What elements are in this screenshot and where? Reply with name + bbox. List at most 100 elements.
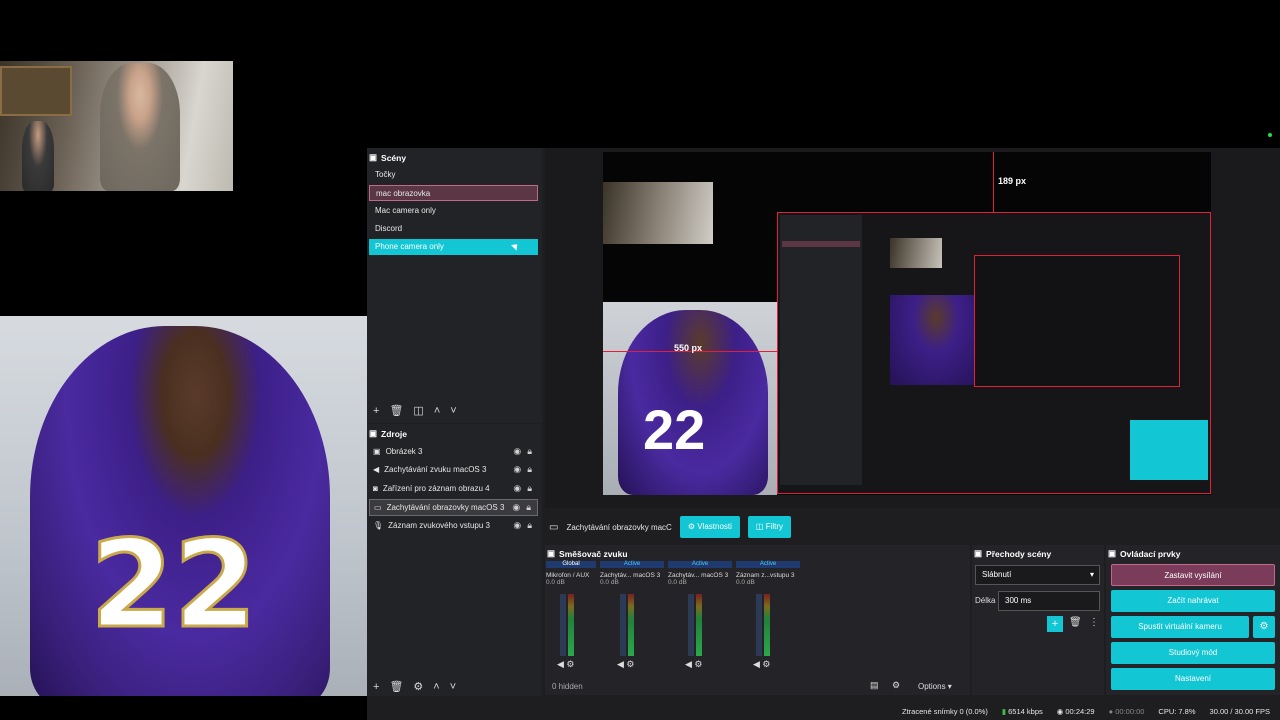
remove-source-icon[interactable]: 🗑 [389,680,403,693]
lock-icon[interactable]: 🔒︎ [527,461,532,478]
microphone-icon: 🎙︎ [373,521,384,530]
transitions-icon: ▣ [974,548,983,558]
monitor-icon: ▭ [549,521,559,533]
transition-select[interactable]: Slábnutí ▾ [975,565,1100,585]
move-up-icon[interactable]: ˄ [434,405,440,417]
remove-scene-icon[interactable]: 🗑 [389,404,403,417]
nested-webcam-2 [890,238,942,268]
hidden-count: 0 hidden [552,682,583,691]
scene-item-mac-camera-only[interactable]: Mac camera only [369,203,538,219]
source-item[interactable]: ◀ Zachytávání zvuku macOS 3 ◉ 🔒︎ [369,461,538,478]
speaker-icon[interactable]: ◀ ⚙ [685,659,703,670]
wall-picture [0,66,72,116]
eye-icon[interactable]: ◉ [512,499,520,516]
mixer-layout-icon[interactable]: ▤ [870,680,879,691]
lock-icon[interactable]: 🔒︎ [526,499,531,516]
volume-meter [628,594,634,656]
move-down-icon[interactable]: ˅ [450,405,456,417]
add-source-icon[interactable]: + [373,681,379,693]
lock-icon[interactable]: 🔒︎ [527,443,532,460]
options-button[interactable]: Options ▾ [918,682,952,691]
source-item-selected[interactable]: ▭ Zachytávání obrazovky macOS 3 ◉ 🔒︎ [369,499,538,516]
eye-icon[interactable]: ◉ [513,443,521,460]
nested-jersey-number: 22 [643,398,706,461]
sources-icon: ▣ [369,428,378,438]
sources-toolbar: + 🗑 ⚙ ˄ ˅ [373,680,456,694]
duration-input[interactable]: 300 ms [998,591,1100,611]
mixer-channel: Záznam z...vstupu 3 0.0 dB [736,572,795,586]
mixer-tab-global[interactable]: Global [546,561,596,568]
eye-icon[interactable]: ◉ [513,480,521,497]
status-dot [1268,133,1272,137]
mixer-title: ▣ Směšovač zvuku [547,548,628,559]
nested-player-image: 22 [603,302,777,495]
volume-meter [688,594,694,656]
start-virtual-camera-button[interactable]: Spustit virtuální kameru [1111,616,1249,638]
volume-meter [560,594,566,656]
add-scene-icon[interactable]: + [373,405,379,417]
settings-button[interactable]: Nastavení [1111,668,1275,690]
selected-source-name: Zachytávání obrazovky macC [566,522,672,532]
measure-line-vertical [993,152,994,212]
jersey-number: 22 [89,515,259,657]
eye-icon[interactable]: ◉ [513,461,521,478]
source-settings-icon[interactable]: ⚙ [413,680,423,693]
speaker-icon[interactable]: ◀ ⚙ [557,659,575,670]
speaker-icon[interactable]: ◀ ⚙ [617,659,635,670]
cpu-usage: CPU: 7.8% [1158,706,1196,716]
nested-capture-2 [974,255,1180,387]
volume-meter [756,594,762,656]
preview-canvas[interactable]: 22 189 px 550 px [603,152,1211,495]
mixer-channel: Mikrofon / AUX 0.0 dB [546,572,590,586]
mixer-channel: Zachytáv... macOS 3 0.0 dB [668,572,729,586]
selected-screen-capture[interactable] [777,212,1211,494]
stop-streaming-button[interactable]: Zastavit vysílání [1111,564,1275,586]
filters-button[interactable]: ◫ Filtry [747,516,792,538]
monitor-icon: ▭ [374,503,382,512]
lock-icon[interactable]: 🔒︎ [527,480,532,497]
move-down-icon[interactable]: ˅ [450,681,456,693]
chevron-down-icon: ▾ [1089,570,1094,579]
image-icon: ▣ [373,447,381,456]
volume-meter [620,594,626,656]
mixer-tab-active[interactable]: Active [600,561,664,568]
nested-controls [1130,420,1208,480]
controls-icon: ▣ [1108,548,1117,558]
nested-player-2 [890,295,974,385]
scenes-icon: ▣ [369,152,378,162]
studio-mode-button[interactable]: Studiový mód [1111,642,1275,664]
mixer-icon: ▣ [547,548,556,558]
scene-filter-icon[interactable]: ◫ [413,404,423,417]
scene-item-discord[interactable]: Discord [369,221,538,237]
properties-button[interactable]: ⚙ Vlastnosti [679,516,740,538]
properties-bar: ▭ Zachytávání obrazovky macC ⚙ Vlastnost… [545,512,1280,542]
source-item[interactable]: ◙ Zařízení pro záznam obrazu 4 ◉ 🔒︎ [369,480,538,497]
controls-title: ▣ Ovládací prvky [1108,548,1181,559]
nested-webcam [603,182,713,244]
mixer-tab-active[interactable]: Active [668,561,732,568]
person-figure [100,63,180,191]
mixer-channel: Zachytáv... macOS 3 0.0 dB [600,572,661,586]
eye-icon[interactable]: ◉ [513,517,521,534]
scene-item-tocky[interactable]: Točky [369,167,538,183]
scene-item-mac-obrazovka[interactable]: mac obrazovka [369,185,538,201]
speaker-icon[interactable]: ◀ ⚙ [753,659,771,670]
speaker-icon: ◀ [373,465,380,474]
scenes-toolbar: + 🗑 ◫ ˄ ˅ [373,404,457,418]
start-recording-button[interactable]: Začít nahrávat [1111,590,1275,612]
football-player-image: 22 [0,316,367,696]
mixer-settings-icon[interactable]: ⚙ [892,680,900,691]
volume-meter [568,594,574,656]
virtual-camera-settings-icon[interactable]: ⚙ [1253,616,1275,638]
mixer-tab-active[interactable]: Active [736,561,800,568]
remove-transition-icon[interactable]: 🗑 [1069,617,1082,628]
source-item[interactable]: 🎙︎ Záznam zvukového vstupu 3 ◉ 🔒︎ [369,517,538,534]
volume-meter [764,594,770,656]
more-options-icon[interactable]: ⋮ [1089,617,1099,628]
move-up-icon[interactable]: ˄ [433,681,439,693]
source-item[interactable]: ▣ Obrázek 3 ◉ 🔒︎ [369,443,538,460]
lock-icon[interactable]: 🔒︎ [527,517,532,534]
rec-time: ● 00:00:00 [1108,706,1145,716]
record-icon: ● [1108,706,1114,716]
add-transition-button[interactable]: + [1047,616,1063,632]
